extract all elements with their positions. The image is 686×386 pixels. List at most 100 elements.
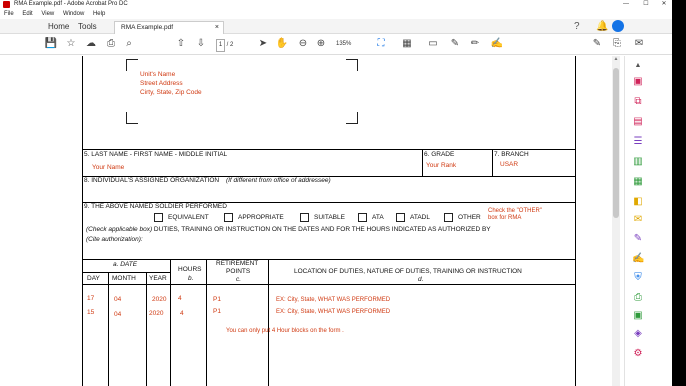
avatar[interactable] bbox=[612, 20, 624, 32]
row2-points: P1 bbox=[213, 308, 221, 315]
more-tools-icon[interactable]: ⚙ bbox=[632, 348, 644, 360]
col-points-divider bbox=[268, 259, 269, 386]
document-tab-label: RMA Example.pdf bbox=[121, 24, 174, 31]
tab-document[interactable]: RMA Example.pdf × bbox=[114, 21, 224, 34]
close-tab-icon[interactable]: × bbox=[215, 22, 219, 34]
address-street: Street Address bbox=[140, 80, 183, 87]
checkbox-equivalent[interactable] bbox=[154, 213, 163, 222]
select-cursor-icon[interactable]: ➤ bbox=[256, 37, 270, 51]
location-header: LOCATION OF DUTIES, NATURE OF DUTIES, TR… bbox=[294, 268, 522, 275]
date-subheader-line bbox=[82, 272, 170, 273]
shield-icon[interactable]: ◈ bbox=[632, 328, 644, 340]
help-icon[interactable]: ? bbox=[574, 20, 580, 33]
date-header: a. DATE bbox=[113, 261, 138, 268]
notifications-icon[interactable]: 🔔 bbox=[596, 20, 608, 33]
print-icon[interactable]: ⎙ bbox=[104, 37, 118, 51]
minimize-button[interactable]: — bbox=[620, 0, 632, 9]
current-page-input[interactable]: 1 bbox=[216, 39, 225, 52]
tab-bar: Home Tools RMA Example.pdf × ? 🔔 bbox=[0, 19, 686, 34]
location-sub: d. bbox=[418, 276, 424, 283]
comment-icon[interactable]: ▭ bbox=[426, 37, 440, 51]
print-production-icon[interactable]: ⎙ bbox=[632, 292, 644, 304]
menu-window[interactable]: Window bbox=[63, 9, 84, 19]
checkbox-appropriate[interactable] bbox=[224, 213, 233, 222]
col-day-divider bbox=[108, 272, 109, 386]
divider-item7 bbox=[492, 149, 493, 176]
document-view[interactable]: Unit's Name Street Address Cirty, State,… bbox=[0, 56, 614, 386]
fill-sign-icon[interactable]: ✎ bbox=[590, 37, 604, 51]
item8-hint: (If different from office of addressee) bbox=[225, 177, 331, 184]
col-month-divider bbox=[146, 272, 147, 386]
scrollbar-thumb[interactable] bbox=[613, 68, 619, 218]
protect-icon[interactable]: ⛨ bbox=[632, 272, 644, 284]
menu-file[interactable]: File bbox=[4, 9, 14, 19]
search-icon[interactable]: ⌕ bbox=[122, 37, 136, 51]
tab-home[interactable]: Home bbox=[48, 19, 69, 34]
checkbox-suitable[interactable] bbox=[300, 213, 309, 222]
menu-view[interactable]: View bbox=[41, 9, 54, 19]
page-down-icon[interactable]: ⇩ bbox=[194, 37, 208, 51]
item6-label: 6. GRADE bbox=[424, 151, 455, 158]
zoom-in-icon[interactable]: ⊕ bbox=[314, 37, 328, 51]
redact-icon[interactable]: ▦ bbox=[632, 176, 644, 188]
vertical-scrollbar[interactable]: ▲ bbox=[612, 56, 620, 386]
zoom-out-icon[interactable]: ⊖ bbox=[296, 37, 310, 51]
page-right-border bbox=[575, 56, 576, 386]
optimize-pdf-icon[interactable]: ▣ bbox=[632, 310, 644, 322]
highlight-pen-icon[interactable]: ✎ bbox=[448, 37, 462, 51]
item5-label: 5. LAST NAME - FIRST NAME - MIDDLE INITI… bbox=[84, 151, 228, 158]
rma-form-page: Unit's Name Street Address Cirty, State,… bbox=[82, 56, 576, 386]
fill-sign-panel-icon[interactable]: ✎ bbox=[632, 233, 644, 245]
scroll-mode-icon[interactable]: ▦ bbox=[400, 37, 414, 51]
month-header: MONTH bbox=[112, 275, 136, 282]
bookmark-star-icon[interactable]: ☆ bbox=[64, 37, 78, 51]
hours-header: HOURS bbox=[178, 266, 202, 273]
menu-edit[interactable]: Edit bbox=[22, 9, 32, 19]
export-pdf-icon[interactable]: ⧉ bbox=[632, 96, 644, 108]
points-header: POINTS bbox=[226, 268, 251, 275]
send-for-signature-icon[interactable]: ✍ bbox=[632, 253, 644, 265]
maximize-button[interactable]: ☐ bbox=[640, 0, 652, 9]
edit-pdf-icon[interactable]: ▤ bbox=[632, 116, 644, 128]
row1-year: 2020 bbox=[152, 296, 167, 303]
comment-panel-icon[interactable]: ✉ bbox=[632, 214, 644, 226]
draw-icon[interactable]: ✏ bbox=[468, 37, 482, 51]
checkbox-other[interactable] bbox=[444, 213, 453, 222]
collapse-panel-icon[interactable]: ▲ bbox=[632, 60, 644, 72]
combine-files-icon[interactable]: ☰ bbox=[632, 136, 644, 148]
address-bracket-tl bbox=[126, 59, 138, 71]
row1-hours: 4 bbox=[178, 295, 182, 302]
save-icon[interactable]: 💾 bbox=[44, 37, 58, 51]
item6-value: Your Rank bbox=[426, 162, 457, 169]
hour-block-note: You can only put 4 Hour blocks on the fo… bbox=[226, 328, 344, 334]
page-number-field: 1 / 2 bbox=[216, 39, 242, 52]
item9-sentence: (Check applicable box) DUTIES, TRAINING … bbox=[86, 226, 491, 233]
scan-ocr-icon[interactable]: ◧ bbox=[632, 196, 644, 208]
sign-icon[interactable]: ✍ bbox=[490, 37, 504, 51]
row1-month: 04 bbox=[114, 296, 122, 303]
email-icon[interactable]: ✉ bbox=[632, 37, 646, 51]
table-top-border bbox=[82, 259, 576, 260]
hand-tool-icon[interactable]: ✋ bbox=[275, 37, 289, 51]
divider-item6 bbox=[422, 149, 423, 176]
page-up-icon[interactable]: ⇧ bbox=[174, 37, 188, 51]
close-window-button[interactable]: ✕ bbox=[658, 0, 670, 9]
option-appropriate-label: APPROPRIATE bbox=[238, 214, 284, 221]
organize-pages-icon[interactable]: ▥ bbox=[632, 156, 644, 168]
fit-page-icon[interactable]: ⛶ bbox=[374, 37, 388, 51]
create-pdf-icon[interactable]: ▣ bbox=[632, 76, 644, 88]
menu-help[interactable]: Help bbox=[93, 9, 105, 19]
item9-label: 9. THE ABOVE NAMED SOLDIER PERFORMED bbox=[84, 203, 227, 210]
row2-hours: 4 bbox=[180, 310, 184, 317]
scroll-up-arrow[interactable]: ▲ bbox=[612, 56, 620, 64]
checkbox-atadl[interactable] bbox=[396, 213, 405, 222]
table-header-bottom bbox=[82, 284, 576, 285]
address-unit-name: Unit's Name bbox=[140, 71, 176, 78]
address-bracket-br bbox=[346, 112, 358, 124]
zoom-level[interactable]: 135% bbox=[336, 39, 351, 50]
share-icon[interactable]: ⎘ bbox=[610, 37, 624, 51]
page-total: / 2 bbox=[226, 42, 234, 48]
tab-tools[interactable]: Tools bbox=[78, 19, 97, 34]
upload-cloud-icon[interactable]: ☁ bbox=[84, 37, 98, 51]
checkbox-ata[interactable] bbox=[358, 213, 367, 222]
